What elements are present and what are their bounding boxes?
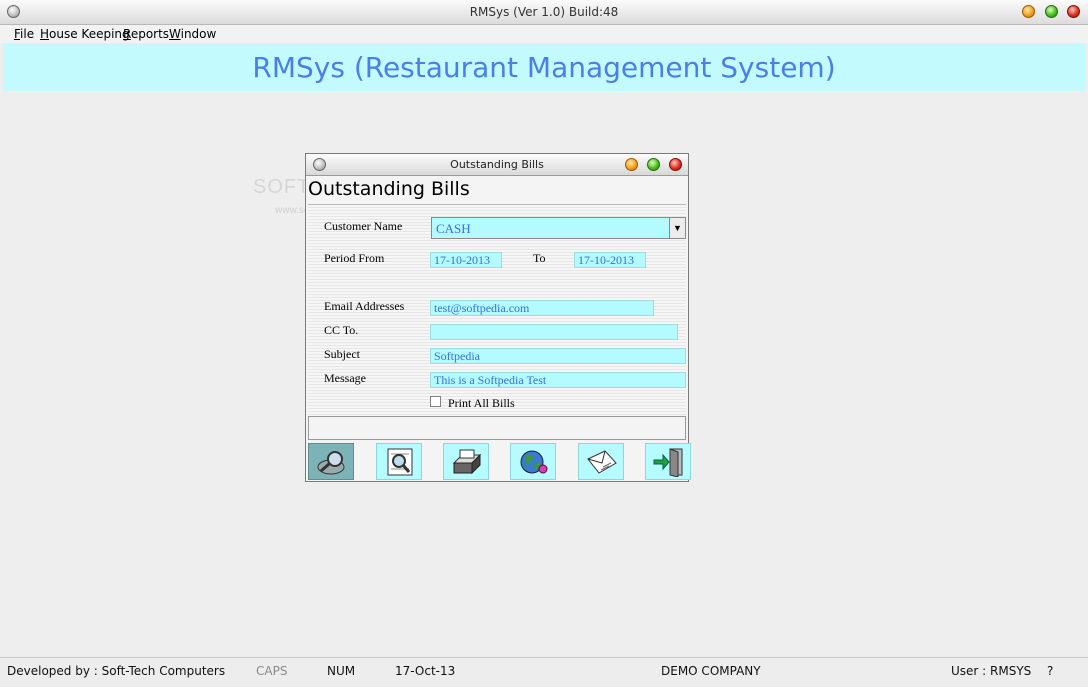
dialog-minimize-button[interactable] bbox=[625, 158, 638, 171]
dialog-maximize-button[interactable] bbox=[647, 158, 660, 171]
search-icon bbox=[317, 451, 345, 475]
exit-button[interactable] bbox=[645, 443, 691, 480]
developer-text: Developed by : Soft-Tech Computers bbox=[7, 664, 226, 678]
globe-icon bbox=[520, 450, 548, 474]
cc-label: CC To. bbox=[324, 323, 359, 337]
maximize-button[interactable] bbox=[1045, 5, 1058, 18]
email-button[interactable] bbox=[578, 443, 624, 480]
print-all-label: Print All Bills bbox=[448, 396, 515, 410]
customer-name-value: CASH bbox=[436, 221, 471, 236]
customer-name-select[interactable]: CASH ▼ bbox=[431, 217, 686, 239]
outstanding-bills-window: Outstanding Bills Outstanding Bills Cust… bbox=[305, 153, 691, 482]
menu-reports[interactable]: Reports bbox=[123, 27, 169, 41]
form-area: Customer Name CASH ▼ Period From 17-10-2… bbox=[308, 204, 686, 415]
status-bar: Developed by : Soft-Tech Computers CAPS … bbox=[0, 657, 1088, 687]
cc-field[interactable] bbox=[430, 324, 678, 340]
chevron-down-icon[interactable]: ▼ bbox=[669, 218, 685, 238]
banner-title: RMSys (Restaurant Management System) bbox=[252, 51, 836, 84]
message-field[interactable]: This is a Softpedia Test bbox=[430, 372, 686, 388]
app-banner: RMSys (Restaurant Management System) bbox=[3, 43, 1085, 91]
web-button[interactable] bbox=[510, 443, 556, 480]
subject-label: Subject bbox=[324, 347, 360, 361]
period-from-field[interactable]: 17-10-2013 bbox=[430, 252, 502, 268]
status-date: 17-Oct-13 bbox=[395, 664, 456, 678]
num-indicator: NUM bbox=[327, 664, 356, 678]
printer-icon bbox=[452, 449, 482, 475]
message-label: Message bbox=[324, 371, 366, 385]
menu-file[interactable]: File bbox=[14, 27, 34, 41]
minimize-button[interactable] bbox=[1022, 5, 1035, 18]
subject-field[interactable]: Softpedia bbox=[430, 348, 686, 364]
preview-icon bbox=[387, 448, 413, 476]
menu-house-keeping[interactable]: House Keeping bbox=[40, 27, 130, 41]
current-user: User : RMSYS bbox=[951, 664, 1032, 678]
dialog-heading: Outstanding Bills bbox=[308, 178, 470, 200]
menu-window[interactable]: Window bbox=[169, 27, 216, 41]
dialog-close-button[interactable] bbox=[669, 158, 682, 171]
company-name: DEMO COMPANY bbox=[661, 664, 761, 678]
close-button[interactable] bbox=[1067, 5, 1080, 18]
customer-name-label: Customer Name bbox=[324, 219, 403, 233]
preview-button[interactable] bbox=[376, 443, 422, 480]
print-all-checkbox[interactable] bbox=[430, 396, 441, 407]
email-icon bbox=[587, 450, 617, 474]
app-title: RMSys (Ver 1.0) Build:48 bbox=[469, 5, 619, 19]
period-to-field[interactable]: 17-10-2013 bbox=[574, 252, 646, 268]
dialog-title-bar: Outstanding Bills bbox=[306, 154, 688, 176]
print-button[interactable] bbox=[443, 443, 489, 480]
period-from-label: Period From bbox=[324, 251, 385, 265]
dialog-status-strip bbox=[308, 416, 686, 440]
help-indicator[interactable]: ? bbox=[1047, 664, 1053, 678]
menu-bar: File House Keeping Reports Window bbox=[0, 25, 1088, 43]
app-title-bar: RMSys (Ver 1.0) Build:48 bbox=[0, 0, 1088, 25]
exit-icon bbox=[653, 448, 683, 477]
to-label: To bbox=[533, 251, 546, 265]
email-label: Email Addresses bbox=[324, 299, 405, 313]
search-button[interactable] bbox=[308, 443, 354, 480]
email-field[interactable]: test@softpedia.com bbox=[430, 300, 654, 316]
caps-indicator: CAPS bbox=[256, 664, 288, 678]
